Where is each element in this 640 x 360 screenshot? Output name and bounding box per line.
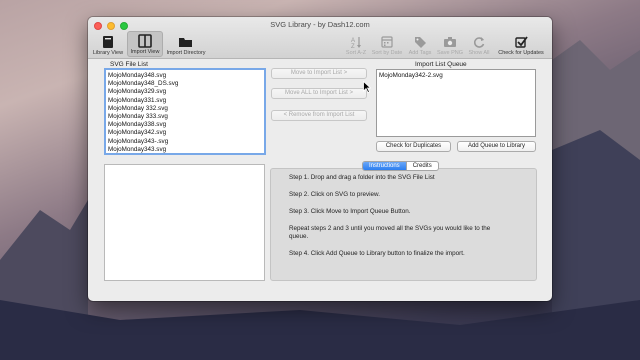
instruction-step-4: Step 4. Click Add Queue to Library butto…: [289, 250, 465, 257]
sort-by-date-label: Sort by Date: [371, 50, 403, 56]
import-view-button[interactable]: Import View: [127, 31, 163, 57]
tab-credits[interactable]: Credits: [405, 162, 438, 170]
svg-text:Z: Z: [351, 44, 355, 49]
instruction-step-3: Step 3. Click Move to Import Queue Butto…: [289, 208, 411, 215]
show-all-label: Show All: [468, 50, 490, 56]
move-to-import-list-button[interactable]: Move to Import List >: [271, 68, 367, 79]
import-queue-list[interactable]: MojoMonday342-2.svg: [376, 69, 536, 137]
list-item[interactable]: MojoMonday343.svg: [106, 146, 264, 154]
import-directory-label: Import Directory: [166, 50, 206, 56]
app-window: SVG Library - by Dash12.com Library View…: [88, 17, 552, 301]
list-item[interactable]: MojoMonday342.svg: [106, 129, 264, 137]
instruction-step-1: Step 1. Drop and drag a folder into the …: [289, 174, 435, 181]
sort-az-icon: A Z: [351, 37, 361, 49]
library-view-label: Library View: [92, 50, 124, 56]
folder-icon: [179, 38, 192, 47]
list-item[interactable]: MojoMonday348.svg: [106, 72, 264, 80]
list-item[interactable]: MojoMonday342-2.svg: [377, 72, 535, 80]
mouse-pointer-icon: [363, 81, 371, 93]
add-queue-to-library-button[interactable]: Add Queue to Library: [457, 141, 536, 152]
camera-icon: [444, 37, 456, 47]
import-queue-label: Import List Queue: [415, 61, 467, 68]
calendar-icon: [381, 36, 393, 48]
move-all-to-import-list-button[interactable]: Move ALL to Import List >: [271, 88, 367, 99]
list-item[interactable]: MojoMonday343-.svg: [106, 138, 264, 146]
check-for-updates-button[interactable]: Check for Updates: [494, 31, 548, 57]
book-icon: [103, 36, 113, 48]
import-view-label: Import View: [130, 49, 160, 55]
add-tags-label: Add Tags: [408, 50, 432, 56]
title-bar: SVG Library - by Dash12.com Library View…: [88, 17, 552, 59]
show-all-button[interactable]: Show All: [466, 31, 492, 57]
checkbox-checked-icon: [515, 36, 528, 48]
tag-icon: [415, 37, 426, 48]
list-item[interactable]: MojoMonday348_DS.svg: [106, 80, 264, 88]
save-png-button[interactable]: Save PNG: [436, 31, 464, 57]
check-for-updates-label: Check for Updates: [498, 50, 544, 56]
sort-az-label: Sort A-Z: [345, 50, 367, 56]
window-title: SVG Library - by Dash12.com: [270, 20, 370, 29]
sort-az-button[interactable]: A Z Sort A-Z: [344, 31, 368, 57]
info-tabs: Instructions Credits: [362, 161, 439, 171]
sort-by-date-button[interactable]: Sort by Date: [370, 31, 404, 57]
list-item[interactable]: MojoMonday338.svg: [106, 121, 264, 129]
svg-preview-area: [104, 164, 265, 281]
check-for-duplicates-button[interactable]: Check for Duplicates: [376, 141, 451, 152]
svg-file-list[interactable]: MojoMonday348.svg MojoMonday348_DS.svg M…: [104, 68, 266, 155]
save-png-label: Save PNG: [437, 50, 463, 56]
instruction-step-2: Step 2. Click on SVG to preview.: [289, 191, 380, 198]
instruction-repeat-cont: queue.: [289, 233, 309, 240]
refresh-icon: [473, 37, 485, 48]
import-directory-button[interactable]: Import Directory: [164, 31, 208, 57]
list-item[interactable]: MojoMonday329.svg: [106, 88, 264, 96]
library-view-button[interactable]: Library View: [90, 31, 126, 57]
remove-from-import-list-button[interactable]: < Remove from Import List: [271, 110, 367, 121]
list-item[interactable]: MojoMonday 332.svg: [106, 105, 264, 113]
list-item[interactable]: MojoMonday331.svg: [106, 97, 264, 105]
tab-instructions[interactable]: Instructions: [363, 162, 406, 170]
list-item[interactable]: MojoMonday 333.svg: [106, 113, 264, 121]
columns-icon: [138, 34, 152, 48]
add-tags-button[interactable]: Add Tags: [406, 31, 434, 57]
file-list-label: SVG File List: [110, 61, 148, 68]
